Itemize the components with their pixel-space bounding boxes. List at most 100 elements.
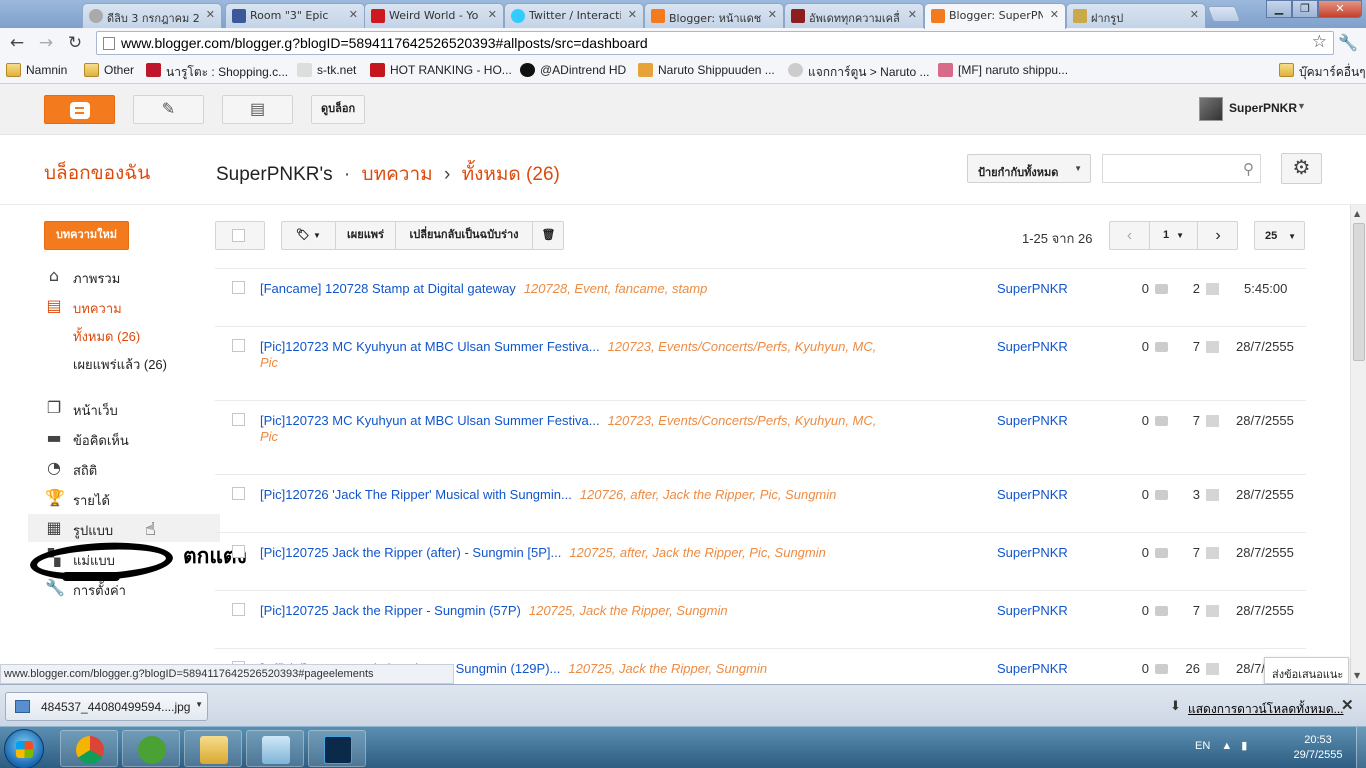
post-title-link[interactable]: [Pic]120725 Jack the Ripper - Sungmin (5… [260, 603, 521, 618]
search-icon[interactable]: ⚲ [1243, 160, 1254, 178]
maximize-button[interactable]: ❐ [1292, 0, 1318, 18]
sidebar-item-layout[interactable]: ▦ รูปแบบ [28, 514, 220, 542]
tray-expand-icon[interactable]: ▲ [1221, 740, 1232, 752]
browser-tab[interactable]: อัพเดททุกความเคลื่ ✕ [784, 3, 924, 28]
sidebar-sub-all[interactable]: ทั้งหมด (26) [73, 326, 140, 347]
back-icon[interactable]: ← [6, 32, 28, 54]
close-icon[interactable]: ✕ [768, 8, 777, 21]
post-author[interactable]: SuperPNKR [997, 281, 1068, 296]
clock[interactable]: 20:53 29/7/2555 [1292, 733, 1344, 763]
close-icon[interactable]: ✕ [206, 8, 215, 21]
signal-icon[interactable]: ▮ [1241, 740, 1247, 752]
close-icon[interactable]: ✕ [349, 8, 358, 21]
new-post-pencil-button[interactable]: ✎ [133, 95, 204, 124]
other-bookmarks[interactable]: บุ๊คมาร์คอื่นๆ [1279, 63, 1366, 82]
checkbox[interactable] [232, 229, 245, 242]
post-author[interactable]: SuperPNKR [997, 603, 1068, 618]
next-page-icon[interactable]: › [1198, 222, 1238, 249]
close-icon[interactable]: ✕ [488, 8, 497, 21]
breadcrumb-posts[interactable]: บทความ [362, 164, 433, 185]
start-button[interactable] [4, 729, 44, 768]
prev-page-icon[interactable]: ‹ [1110, 222, 1150, 249]
view-blog-button[interactable]: ดูบล็อก [311, 95, 366, 124]
download-item[interactable]: 484537_44080499594....jpg ▼ [5, 692, 208, 721]
browser-tab[interactable]: Blogger: หน้าแดช ✕ [644, 3, 784, 28]
delete-button[interactable]: 🗑 [533, 222, 564, 249]
taskbar-explorer[interactable] [184, 730, 242, 767]
taskbar-utorrent[interactable] [122, 730, 180, 767]
reload-icon[interactable]: ↻ [64, 32, 86, 54]
taskbar-notepad[interactable] [246, 730, 304, 767]
publish-button[interactable]: เผยแพร่ [336, 222, 396, 249]
row-checkbox[interactable] [232, 339, 245, 352]
sidebar-item-stats[interactable]: ◔ สถิติ [28, 454, 220, 482]
bookmark-item[interactable]: Namnin [6, 63, 67, 77]
post-row[interactable]: [Pic]120723 MC Kyuhyun at MBC Ulsan Summ… [215, 326, 1306, 400]
browser-tab[interactable]: Room "3" Epic ✕ [225, 3, 365, 28]
view-posts-button[interactable]: ▤ [222, 95, 293, 124]
gear-icon[interactable]: ⚙ [1281, 153, 1322, 184]
close-icon[interactable]: ✕ [628, 8, 637, 21]
post-title-link[interactable]: [Pic]120725 Jack the Ripper (after) - Su… [260, 545, 561, 560]
taskbar-photoshop[interactable] [308, 730, 366, 767]
sidebar-item-pages[interactable]: ❐ หน้าเว็บ [28, 394, 220, 422]
post-title-link[interactable]: [Fancame] 120728 Stamp at Digital gatewa… [260, 281, 516, 296]
sidebar-item-overview[interactable]: ⌂ ภาพรวม [28, 262, 220, 290]
post-title-link[interactable]: [Pic]120723 MC Kyuhyun at MBC Ulsan Summ… [260, 413, 600, 428]
forward-icon[interactable]: → [35, 32, 57, 54]
close-window-button[interactable]: ✕ [1318, 0, 1362, 18]
sidebar-item-earnings[interactable]: 🏆 รายได้ [28, 484, 220, 512]
labels-dropdown[interactable]: ป้ายกำกับทั้งหมด ▼ [967, 154, 1091, 183]
page-select[interactable]: 1 ▼ [1150, 222, 1198, 249]
taskbar-chrome[interactable] [60, 730, 118, 767]
bookmark-item[interactable]: Naruto Shippuuden ... [638, 63, 775, 77]
bookmark-item[interactable]: [MF] naruto shippu... [938, 63, 1068, 77]
close-icon[interactable]: ✕ [1190, 8, 1199, 21]
post-title-link[interactable]: [Pic]120726 'Jack The Ripper' Musical wi… [260, 487, 572, 502]
post-title-link[interactable]: [Pic]120723 MC Kyuhyun at MBC Ulsan Summ… [260, 339, 600, 354]
scroll-down-icon[interactable]: ▼ [1354, 671, 1360, 680]
language-indicator[interactable]: EN [1195, 740, 1210, 752]
post-author[interactable]: SuperPNKR [997, 661, 1068, 676]
bookmark-star-icon[interactable]: ☆ [1312, 32, 1327, 52]
search-input[interactable]: ⚲ [1102, 154, 1261, 183]
row-checkbox[interactable] [232, 545, 245, 558]
post-author[interactable]: SuperPNKR [997, 339, 1068, 354]
new-tab-button[interactable] [1207, 6, 1241, 22]
row-checkbox[interactable] [232, 413, 245, 426]
row-checkbox[interactable] [232, 487, 245, 500]
browser-tab[interactable]: ฝากรูป ✕ [1066, 3, 1206, 28]
post-author[interactable]: SuperPNKR [997, 545, 1068, 560]
post-row[interactable]: [Pic]120725 Jack the Ripper - Sungmin (5… [215, 590, 1306, 648]
post-row[interactable]: [Pic]120726 'Jack The Ripper' Musical wi… [215, 474, 1306, 532]
bookmark-item[interactable]: แจกการ์ตูน > Naruto ... [788, 63, 930, 82]
scrollbar-thumb[interactable] [1353, 223, 1365, 361]
my-blogs-link[interactable]: บล็อกของฉัน [44, 158, 150, 188]
blog-name[interactable]: SuperPNKR's [216, 164, 333, 185]
row-checkbox[interactable] [232, 603, 245, 616]
row-checkbox[interactable] [232, 281, 245, 294]
bookmark-item[interactable]: s-tk.net [297, 63, 356, 77]
bookmark-item[interactable]: Other [84, 63, 134, 77]
close-icon[interactable]: ✕ [1341, 696, 1354, 714]
browser-tab[interactable]: ดีลิบ 3 กรกฎาคม 25 ✕ [82, 3, 222, 28]
show-all-downloads-link[interactable]: แสดงการดาวน์โหลดทั้งหมด... [1188, 700, 1344, 719]
browser-tab[interactable]: Twitter / Interacti ✕ [504, 3, 644, 28]
post-author[interactable]: SuperPNKR [997, 487, 1068, 502]
minimize-button[interactable]: ▁ [1266, 0, 1292, 18]
address-bar[interactable]: www.blogger.com/blogger.g?blogID=5894117… [96, 31, 1334, 55]
post-row[interactable]: [Fancame] 120728 Stamp at Digital gatewa… [215, 268, 1306, 326]
avatar[interactable] [1199, 97, 1223, 121]
bookmark-item[interactable]: นารูโตะ : Shopping.c... [146, 63, 288, 82]
vertical-scrollbar[interactable]: ▲ ▼ [1350, 205, 1366, 684]
wrench-icon[interactable]: 🔧 [1338, 33, 1358, 52]
close-icon[interactable]: ✕ [1050, 8, 1059, 21]
chevron-down-icon[interactable]: ▼ [195, 700, 203, 709]
revert-to-draft-button[interactable]: เปลี่ยนกลับเป็นฉบับร่าง [396, 222, 533, 249]
bookmark-item[interactable]: HOT RANKING - HO... [370, 63, 512, 77]
post-row[interactable]: [Pic]120723 MC Kyuhyun at MBC Ulsan Summ… [215, 400, 1306, 474]
user-name[interactable]: SuperPNKR [1229, 101, 1297, 115]
bookmark-item[interactable]: @ADintrend HD [520, 63, 626, 77]
browser-tab[interactable]: Weird World - Yo ✕ [364, 3, 504, 28]
sidebar-item-comments[interactable]: ▬ ข้อคิดเห็น [28, 424, 220, 452]
